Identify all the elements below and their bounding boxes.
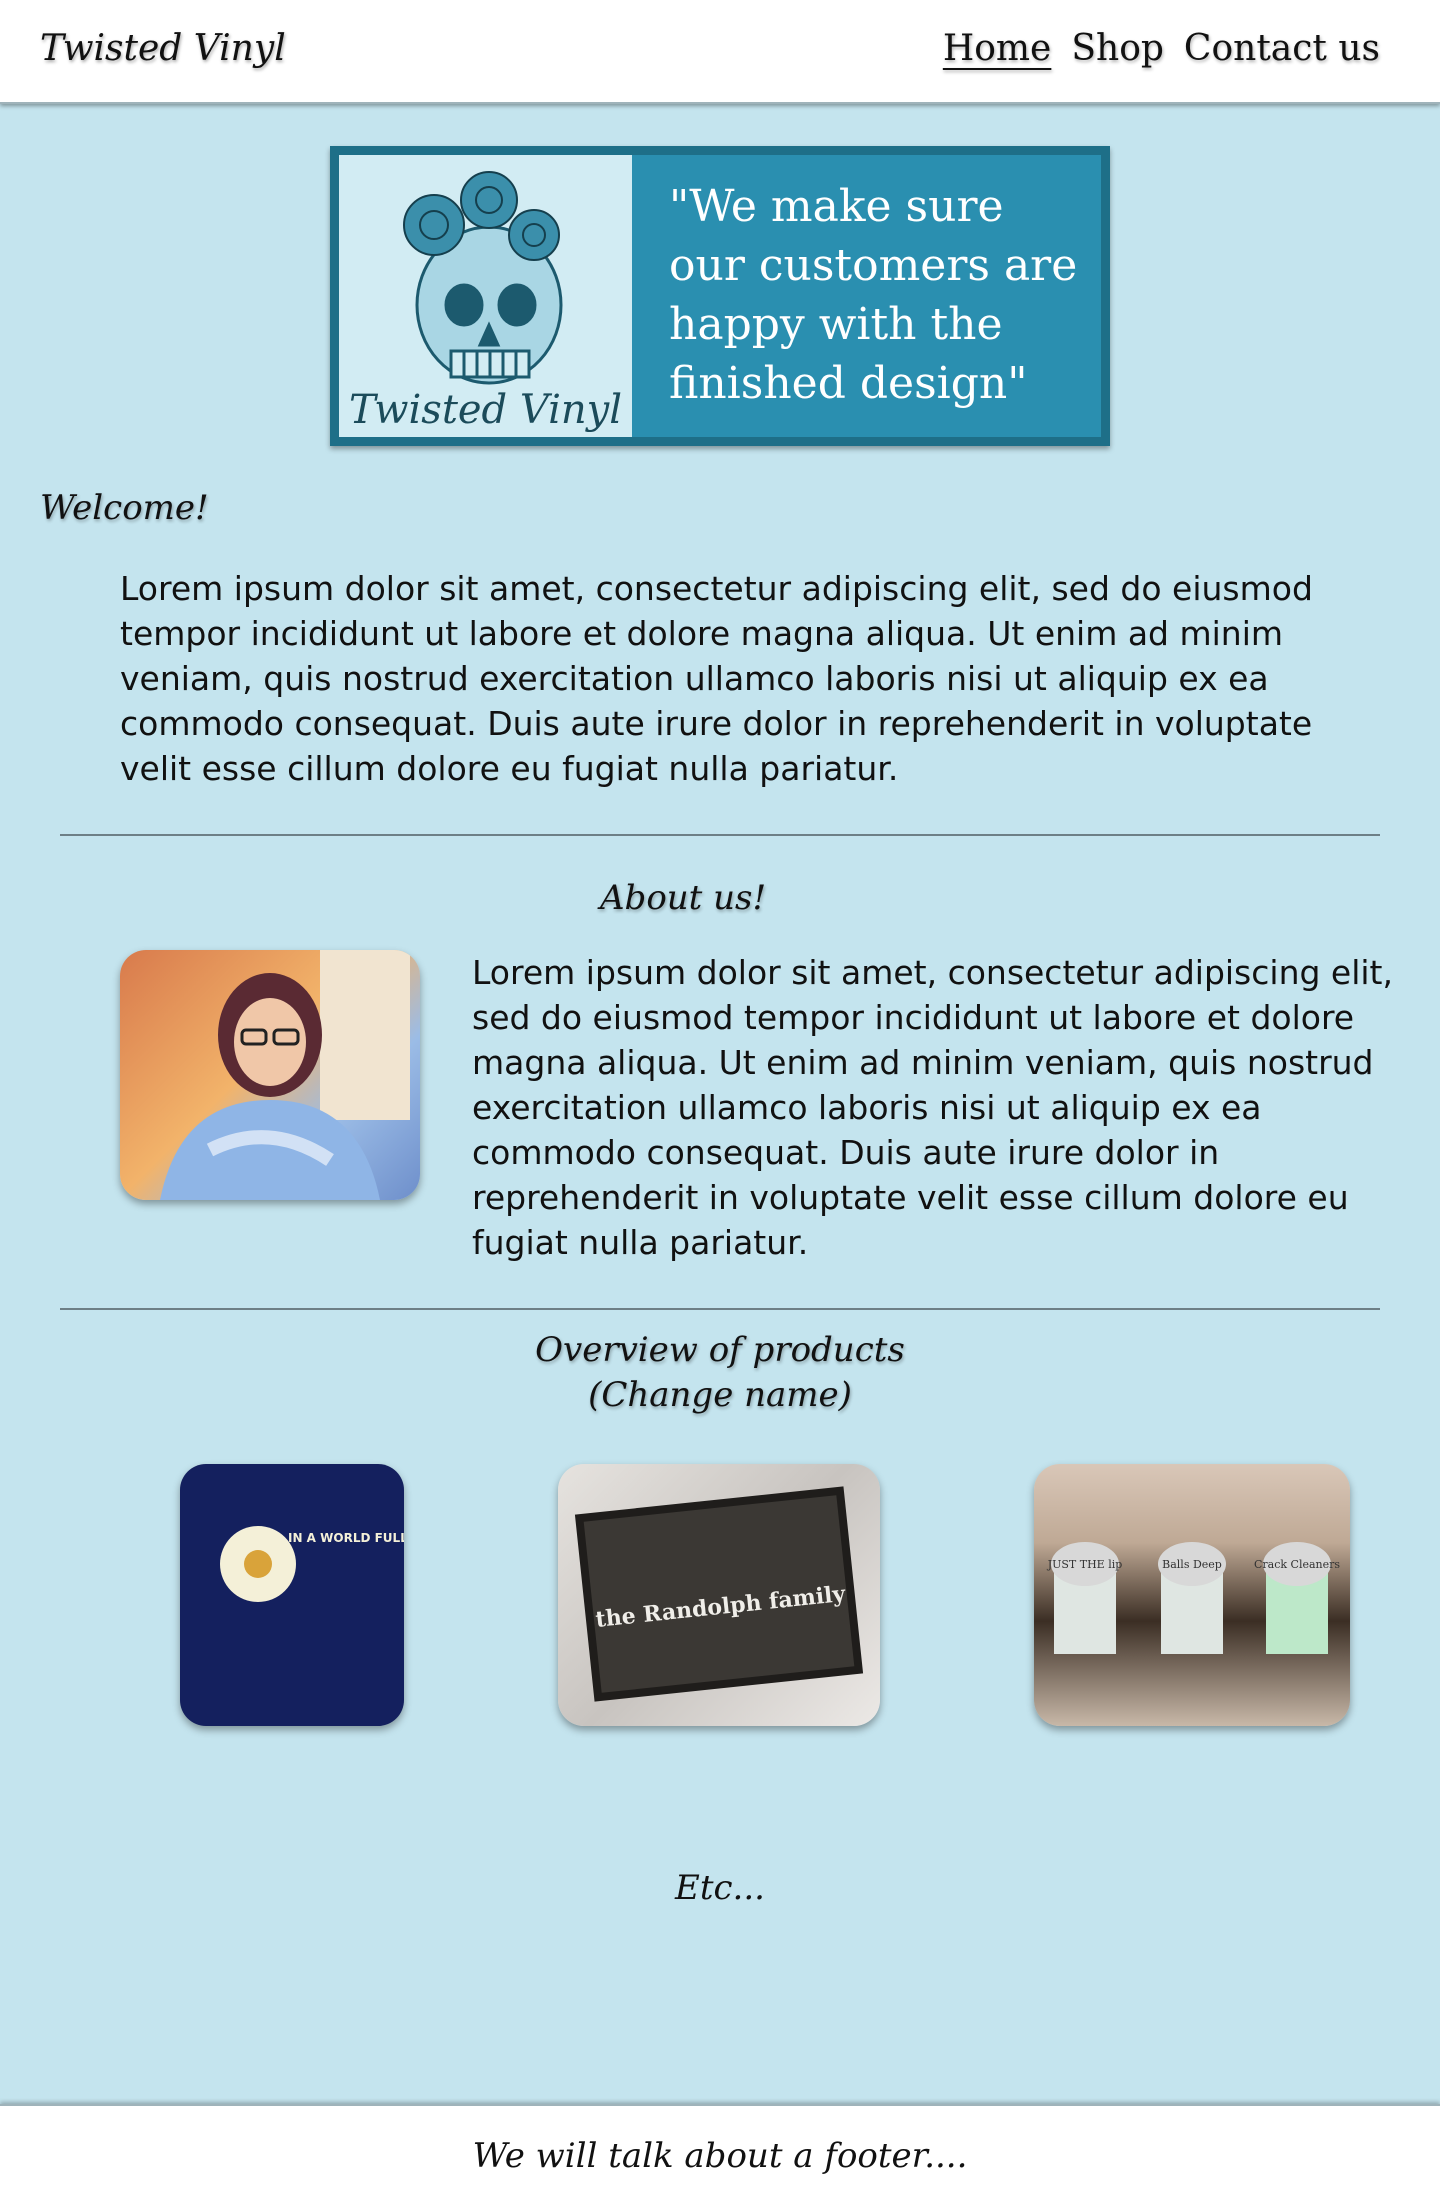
jars-icon: JUST THE lip Balls Deep Crack Cleaners	[1047, 1542, 1340, 1654]
sunflower-shirt-icon: IN A WORLD FULL OF GRANDMAS BE A MIMI	[220, 1526, 404, 1602]
nav-home-link[interactable]: Home	[943, 28, 1052, 69]
jar-label-3: Crack Cleaners	[1254, 1558, 1340, 1571]
product-card-tray[interactable]: the Randolph family	[558, 1464, 880, 1726]
shirt-caption-text: IN A WORLD FULL OF GRANDMAS BE A MIMI	[288, 1531, 404, 1545]
nav-shop-link[interactable]: Shop	[1071, 28, 1164, 69]
site-header: Twisted Vinyl Home Shop Contact us	[0, 0, 1440, 104]
welcome-heading: Welcome!	[40, 488, 209, 528]
brand-logo-text[interactable]: Twisted Vinyl	[40, 28, 286, 69]
about-text: Lorem ipsum dolor sit amet, consectetur …	[472, 953, 1393, 1262]
skull-logo-image: Twisted Vinyl	[339, 155, 632, 437]
about-heading: About us!	[600, 878, 767, 918]
products-heading-line1: Overview of products	[535, 1330, 905, 1370]
products-heading-line2: (Change name)	[588, 1375, 852, 1415]
welcome-text: Lorem ipsum dolor sit amet, consectetur …	[120, 569, 1313, 788]
site-footer: We will talk about a footer....	[0, 2104, 1440, 2210]
logo-script-text: Twisted Vinyl	[349, 387, 623, 433]
about-photo	[120, 950, 420, 1200]
main-nav: Home Shop Contact us	[943, 28, 1380, 69]
section-divider	[60, 1308, 1380, 1310]
nav-contact-link[interactable]: Contact us	[1184, 28, 1380, 69]
section-divider	[60, 834, 1380, 836]
hero-banner: Twisted Vinyl "We make sure our customer…	[330, 146, 1110, 446]
jar-label-2: Balls Deep	[1162, 1558, 1222, 1571]
wooden-tray-icon: the Randolph family	[574, 1486, 864, 1702]
hero-quote: "We make sure our customers are happy wi…	[669, 181, 1078, 409]
products-heading: Overview of products (Change name)	[420, 1328, 1020, 1418]
person-photo-icon	[160, 950, 410, 1200]
product-card-jars[interactable]: JUST THE lip Balls Deep Crack Cleaners	[1034, 1464, 1350, 1726]
jar-label-1: JUST THE lip	[1047, 1558, 1123, 1571]
etc-text: Etc...	[675, 1868, 765, 1908]
product-card-shirt[interactable]: IN A WORLD FULL OF GRANDMAS BE A MIMI	[180, 1464, 404, 1726]
footer-text: We will talk about a footer....	[472, 2136, 968, 2176]
